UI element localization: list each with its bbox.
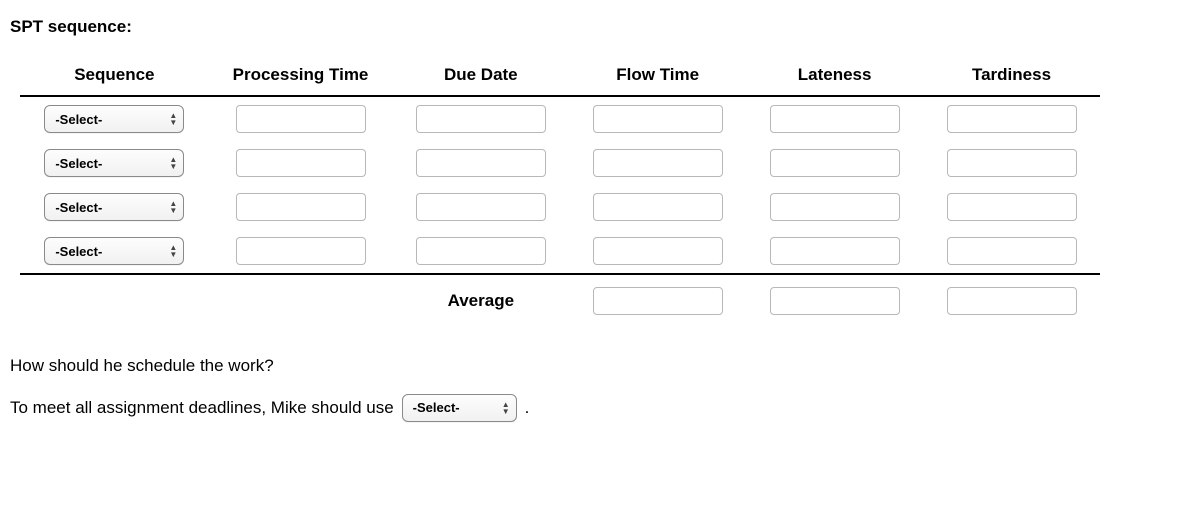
question-block: How should he schedule the work? To meet… (10, 349, 1190, 425)
chevron-updown-icon: ▲▼ (169, 156, 177, 170)
avg-flow-input[interactable] (593, 287, 723, 315)
chevron-updown-icon: ▲▼ (169, 244, 177, 258)
tardiness-input[interactable] (947, 193, 1077, 221)
col-header-flow: Flow Time (569, 57, 746, 96)
table-row: -Select- ▲▼ (20, 96, 1100, 141)
processing-input[interactable] (236, 237, 366, 265)
processing-input[interactable] (236, 105, 366, 133)
col-header-tardiness: Tardiness (923, 57, 1100, 96)
due-input[interactable] (416, 193, 546, 221)
lateness-input[interactable] (770, 105, 900, 133)
sequence-select[interactable]: -Select- ▲▼ (44, 193, 184, 221)
table-row: -Select- ▲▼ (20, 229, 1100, 274)
question-line2b: . (525, 391, 530, 425)
lateness-input[interactable] (770, 193, 900, 221)
col-header-due: Due Date (392, 57, 569, 96)
due-input[interactable] (416, 105, 546, 133)
select-value: -Select- (55, 112, 165, 127)
flow-input[interactable] (593, 237, 723, 265)
average-row: Average (20, 274, 1100, 323)
schedule-method-select[interactable]: -Select- ▲▼ (402, 394, 517, 422)
processing-input[interactable] (236, 149, 366, 177)
processing-input[interactable] (236, 193, 366, 221)
select-value: -Select- (55, 200, 165, 215)
page-title: SPT sequence: (10, 17, 1190, 37)
flow-input[interactable] (593, 149, 723, 177)
col-header-processing: Processing Time (209, 57, 393, 96)
chevron-updown-icon: ▲▼ (169, 112, 177, 126)
question-line2a: To meet all assignment deadlines, Mike s… (10, 391, 394, 425)
tardiness-input[interactable] (947, 237, 1077, 265)
sequence-select[interactable]: -Select- ▲▼ (44, 149, 184, 177)
tardiness-input[interactable] (947, 105, 1077, 133)
table-row: -Select- ▲▼ (20, 141, 1100, 185)
lateness-input[interactable] (770, 149, 900, 177)
select-value: -Select- (413, 395, 498, 421)
sequence-select[interactable]: -Select- ▲▼ (44, 237, 184, 265)
due-input[interactable] (416, 149, 546, 177)
avg-tardiness-input[interactable] (947, 287, 1077, 315)
average-label: Average (448, 291, 514, 310)
avg-lateness-input[interactable] (770, 287, 900, 315)
chevron-updown-icon: ▲▼ (502, 401, 510, 415)
flow-input[interactable] (593, 105, 723, 133)
due-input[interactable] (416, 237, 546, 265)
tardiness-input[interactable] (947, 149, 1077, 177)
spt-table: Sequence Processing Time Due Date Flow T… (20, 57, 1100, 323)
question-line1: How should he schedule the work? (10, 349, 1190, 383)
select-value: -Select- (55, 156, 165, 171)
select-value: -Select- (55, 244, 165, 259)
sequence-select[interactable]: -Select- ▲▼ (44, 105, 184, 133)
col-header-lateness: Lateness (746, 57, 923, 96)
col-header-sequence: Sequence (20, 57, 209, 96)
chevron-updown-icon: ▲▼ (169, 200, 177, 214)
flow-input[interactable] (593, 193, 723, 221)
table-row: -Select- ▲▼ (20, 185, 1100, 229)
lateness-input[interactable] (770, 237, 900, 265)
